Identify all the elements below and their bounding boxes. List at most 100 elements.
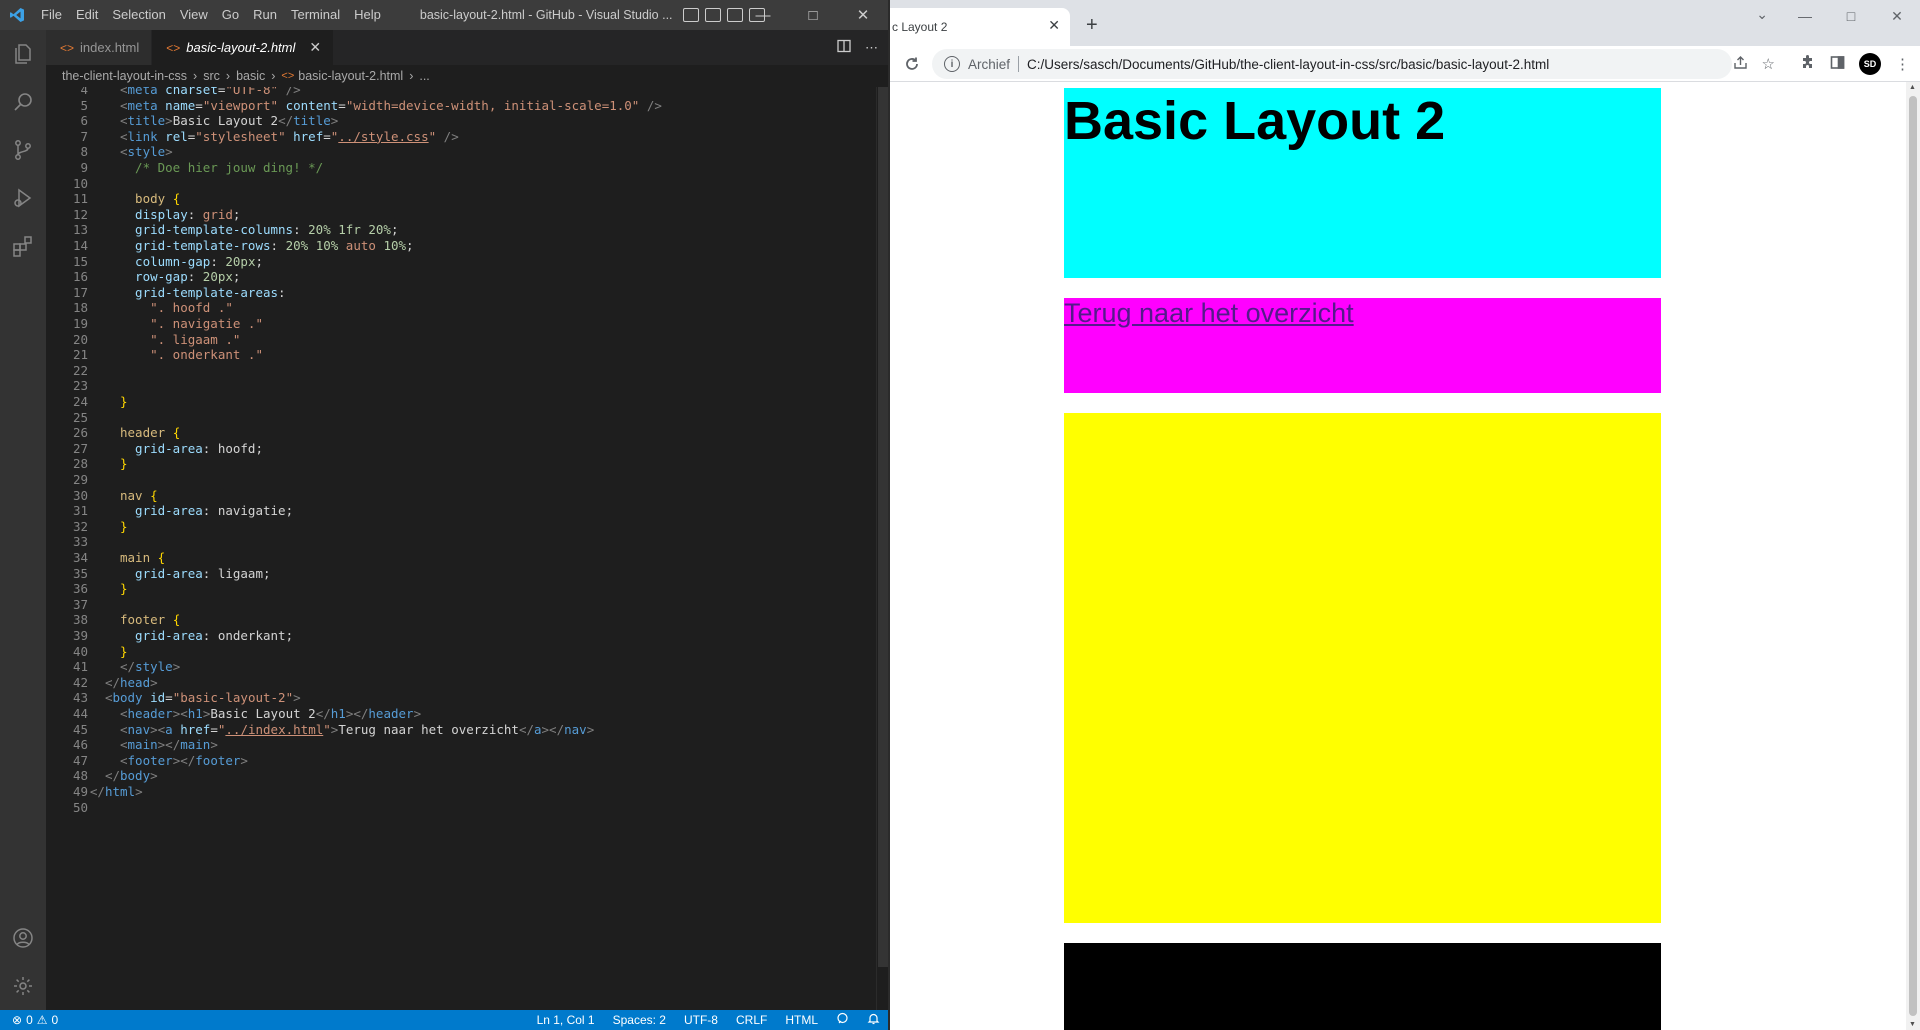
chrome-minimize-icon[interactable]: —	[1782, 0, 1828, 32]
toggle-sidebar-icon[interactable]	[682, 8, 699, 22]
code-line[interactable]: 10	[46, 176, 876, 192]
code-line[interactable]: 44 <header><h1>Basic Layout 2</h1></heade…	[46, 706, 876, 722]
code-line[interactable]: 16 row-gap: 20px;	[46, 269, 876, 285]
search-icon[interactable]	[0, 78, 46, 126]
code-line[interactable]: 33	[46, 534, 876, 550]
extensions-icon[interactable]	[0, 222, 46, 270]
code-line[interactable]: 41 </style>	[46, 659, 876, 675]
profile-avatar[interactable]: SD	[1859, 53, 1881, 75]
breadcrumb-repo[interactable]: the-client-layout-in-css	[62, 69, 187, 83]
code-line[interactable]: 28}	[46, 456, 876, 472]
code-line[interactable]: 43 <body id="basic-layout-2">	[46, 690, 876, 706]
code-line[interactable]: 13 grid-template-columns: 20% 1fr 20%;	[46, 222, 876, 238]
indentation[interactable]: Spaces: 2	[613, 1013, 666, 1027]
menu-go[interactable]: Go	[215, 0, 246, 30]
tab-basic-layout-2-html[interactable]: <> basic-layout-2.html ✕	[152, 30, 335, 65]
settings-gear-icon[interactable]	[0, 962, 46, 1010]
tab-close-icon[interactable]: ✕	[309, 39, 321, 56]
code-line[interactable]: 19 ". navigatie ."	[46, 316, 876, 332]
menu-file[interactable]: File	[34, 0, 69, 30]
code-line[interactable]: 6 <title>Basic Layout 2</title>	[46, 113, 876, 129]
code-line[interactable]: 39 grid-area: onderkant;	[46, 628, 876, 644]
code-line[interactable]: 14 grid-template-rows: 20% 10% auto 10%;	[46, 238, 876, 254]
end-of-line[interactable]: CRLF	[736, 1013, 767, 1027]
maximize-icon[interactable]: □	[788, 0, 838, 30]
back-to-overview-link[interactable]: Terug naar het overzicht	[1064, 297, 1354, 329]
chrome-tab-close-icon[interactable]: ✕	[1048, 17, 1060, 34]
editor-scrollbar[interactable]	[876, 87, 888, 1010]
source-control-icon[interactable]	[0, 126, 46, 174]
code-line[interactable]: 29	[46, 472, 876, 488]
code-line[interactable]: 20 ". ligaam ."	[46, 332, 876, 348]
new-tab-plus-icon[interactable]: +	[1086, 14, 1098, 37]
breadcrumb-src[interactable]: src	[203, 69, 220, 83]
side-panel-icon[interactable]	[1830, 55, 1845, 74]
breadcrumb-file[interactable]: basic-layout-2.html	[298, 69, 403, 83]
minimize-icon[interactable]: —	[738, 0, 788, 30]
code-line[interactable]: 7 <link rel="stylesheet" href="../style.c…	[46, 129, 876, 145]
code-line[interactable]: 22	[46, 363, 876, 379]
code-line[interactable]: 35 grid-area: ligaam;	[46, 566, 876, 582]
code-line[interactable]: 17 grid-template-areas:	[46, 285, 876, 301]
toggle-panel-icon[interactable]	[704, 8, 721, 22]
code-line[interactable]: 46 <main></main>	[46, 737, 876, 753]
code-line[interactable]: 23	[46, 378, 876, 394]
close-icon[interactable]: ✕	[838, 0, 888, 30]
code-line[interactable]: 49 </html>	[46, 784, 876, 800]
code-line[interactable]: 48 </body>	[46, 768, 876, 784]
tab-search-chevron-icon[interactable]: ⌄	[1756, 6, 1768, 23]
page-scrollbar[interactable]: ▲ ▼	[1906, 82, 1920, 1030]
code-editor[interactable]: 4 <meta charset="UTF-8" /> 5 <meta name="vi…	[46, 87, 876, 1010]
language-mode[interactable]: HTML	[785, 1013, 818, 1027]
code-line[interactable]: 37	[46, 597, 876, 613]
code-line[interactable]: 34 main {	[46, 550, 876, 566]
feedback-icon[interactable]	[836, 1012, 849, 1028]
chrome-maximize-icon[interactable]: □	[1828, 0, 1874, 32]
menu-edit[interactable]: Edit	[69, 0, 105, 30]
breadcrumb-symbol[interactable]: ...	[419, 69, 429, 83]
scroll-down-arrow-icon[interactable]: ▼	[1909, 1021, 1916, 1028]
code-line[interactable]: 5 <meta name="viewport" content="width=de…	[46, 98, 876, 114]
code-line[interactable]: 24}	[46, 394, 876, 410]
bookmark-star-icon[interactable]: ☆	[1762, 55, 1775, 73]
notifications-bell-icon[interactable]	[867, 1012, 880, 1028]
code-line[interactable]: 15 column-gap: 20px;	[46, 254, 876, 270]
cursor-position[interactable]: Ln 1, Col 1	[537, 1013, 595, 1027]
code-line[interactable]: 11 body {	[46, 191, 876, 207]
code-line[interactable]: 31 grid-area: navigatie;	[46, 503, 876, 519]
menu-help[interactable]: Help	[347, 0, 388, 30]
more-actions-icon[interactable]: ⋯	[865, 40, 878, 56]
code-line[interactable]: 9 /* Doe hier jouw ding! */	[46, 160, 876, 176]
menu-selection[interactable]: Selection	[105, 0, 172, 30]
code-line[interactable]: 42 </head>	[46, 675, 876, 691]
code-line[interactable]: 18 ". hoofd ."	[46, 300, 876, 316]
reload-icon[interactable]	[894, 46, 930, 82]
code-line[interactable]: 21 ". onderkant ."	[46, 347, 876, 363]
menu-terminal[interactable]: Terminal	[284, 0, 347, 30]
code-line[interactable]: 4 <meta charset="UTF-8" />	[46, 87, 876, 98]
code-line[interactable]: 50	[46, 800, 876, 816]
account-icon[interactable]	[0, 914, 46, 962]
menu-run[interactable]: Run	[246, 0, 284, 30]
code-line[interactable]: 8 <style>	[46, 144, 876, 160]
problems-indicator[interactable]: ⊗ 0 ⚠ 0	[0, 1013, 58, 1027]
code-line[interactable]: 25	[46, 410, 876, 426]
extensions-puzzle-icon[interactable]	[1801, 54, 1816, 74]
encoding[interactable]: UTF-8	[684, 1013, 718, 1027]
url-text[interactable]: C:/Users/sasch/Documents/GitHub/the-clie…	[1027, 57, 1549, 72]
scroll-up-arrow-icon[interactable]: ▲	[1909, 84, 1916, 91]
menu-view[interactable]: View	[173, 0, 215, 30]
code-line[interactable]: 27 grid-area: hoofd;	[46, 441, 876, 457]
tab-index-html[interactable]: <> index.html	[46, 30, 153, 65]
split-editor-icon[interactable]	[837, 39, 851, 56]
editor-scrollbar-thumb[interactable]	[878, 87, 888, 967]
code-line[interactable]: 45 <nav><a href="../index.html">Terug naa…	[46, 722, 876, 738]
code-line[interactable]: 30 nav {	[46, 488, 876, 504]
share-icon[interactable]	[1733, 55, 1748, 74]
code-line[interactable]: 26 header {	[46, 425, 876, 441]
site-info-icon[interactable]: i	[944, 56, 960, 72]
code-line[interactable]: 36}	[46, 581, 876, 597]
breadcrumb-basic[interactable]: basic	[236, 69, 265, 83]
code-line[interactable]: 38 footer {	[46, 612, 876, 628]
run-debug-icon[interactable]	[0, 174, 46, 222]
